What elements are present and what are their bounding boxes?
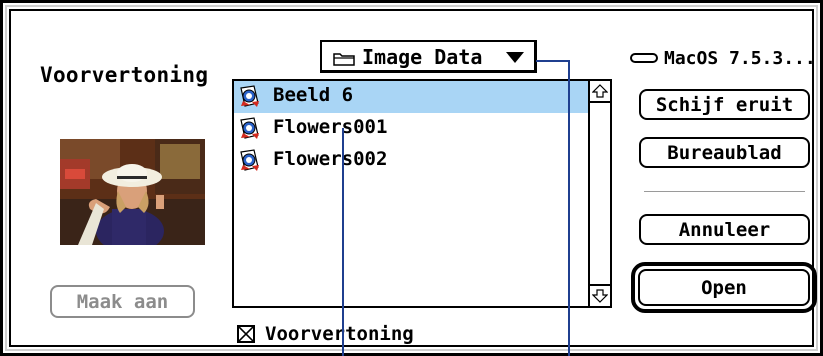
folder-name: Image Data (362, 45, 483, 69)
preview-checkbox[interactable]: Voorvertoning (237, 320, 414, 348)
open-button[interactable]: Open (638, 269, 810, 306)
vertical-scrollbar[interactable] (588, 81, 610, 306)
scroll-down-button[interactable] (590, 284, 610, 306)
create-button[interactable]: Maak aan (50, 285, 195, 318)
desktop-button[interactable]: Bureaublad (639, 137, 810, 168)
separator (644, 191, 805, 192)
open-file-dialog: Voorvertoning Maak aan Image Data Beeld … (0, 0, 823, 356)
checkbox-box[interactable] (237, 325, 255, 343)
file-row[interactable]: Beeld 6 (234, 81, 592, 113)
disk-icon (630, 53, 658, 63)
eject-button[interactable]: Schijf eruit (639, 89, 810, 120)
file-name: Flowers002 (273, 148, 388, 170)
dropdown-arrow-icon (506, 52, 524, 63)
arrow-down-icon (592, 289, 608, 303)
file-name: Beeld 6 (273, 84, 354, 106)
file-name: Flowers001 (273, 116, 388, 138)
preview-heading: Voorvertoning (40, 63, 209, 87)
picture-file-icon (238, 85, 262, 109)
disk-indicator: MacOS 7.5.3... (630, 47, 816, 69)
file-row[interactable]: Flowers001 (234, 113, 592, 145)
checkmark-x-icon (239, 327, 253, 341)
preview-checkbox-label: Voorvertoning (265, 323, 414, 345)
picture-file-icon (238, 149, 262, 173)
disk-name: MacOS 7.5.3... (664, 47, 816, 69)
picture-file-icon (238, 117, 262, 141)
folder-icon (333, 51, 355, 66)
file-list[interactable]: Beeld 6 Flowers001 Flowers002 (232, 79, 612, 308)
scroll-up-button[interactable] (590, 81, 610, 103)
cancel-button[interactable]: Annuleer (639, 214, 810, 245)
arrow-up-icon (592, 84, 608, 98)
folder-popup-menu[interactable]: Image Data (320, 40, 537, 73)
preview-thumbnail (60, 139, 205, 245)
file-row[interactable]: Flowers002 (234, 145, 592, 177)
